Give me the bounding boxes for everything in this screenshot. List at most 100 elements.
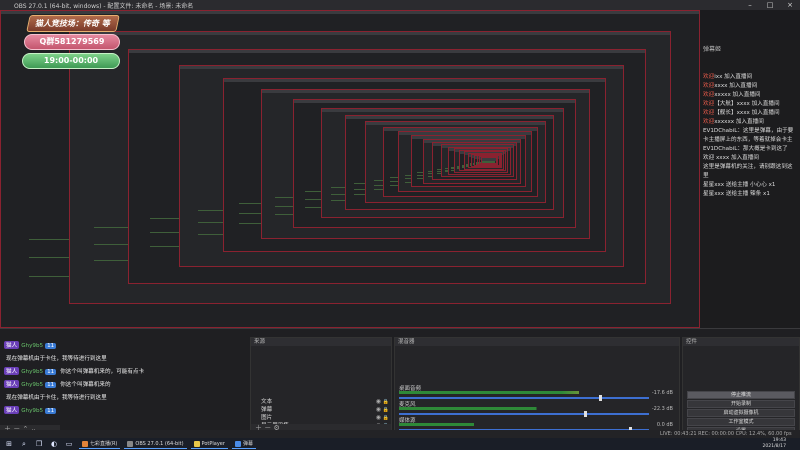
preview-canvas[interactable]: 猫人竞技场：传奇 等 Q群581279569 19:00-00:00 — [0, 10, 700, 328]
chat-line: 这里是弹幕机的关注，请别跟这到这里 — [703, 163, 797, 181]
channel-name: 媒体源 — [399, 418, 416, 424]
visibility-icon[interactable]: ◉ — [376, 414, 381, 422]
danmu-text: 你这个叫弹幕机来的，可能有点卡 — [60, 369, 145, 375]
taskbar: ⊞ ⌕ ❒ ◐ ▭ 七彩直播(R) OBS 27.0.1 (64-bit) PotP… — [0, 438, 800, 450]
channel-name: 麦克风 — [399, 402, 416, 408]
chat-line: 欢迎xxxx 加入直播间 — [703, 82, 797, 91]
danmu-nick: Ghy9b5 — [21, 369, 44, 375]
level-badge: 11 — [45, 382, 57, 388]
danmu-line: 猫人 Ghy9b5 11 你这个叫弹幕机来的 — [4, 380, 111, 388]
windows-start-icon[interactable]: ⊞ — [3, 439, 15, 449]
lock-icon[interactable]: 🔒 — [383, 398, 389, 406]
channel-name: 桌面音频 — [399, 386, 422, 392]
chat-text: 欢迎 xxxx 加入直播间 — [703, 155, 759, 161]
chat-line: 欢迎ixx 加入直播间 — [703, 73, 797, 82]
chat-text: 【舰长】xxxx 加入直播间 — [714, 110, 780, 116]
fan-badge: 猫人 — [4, 367, 20, 375]
clock-date: 2021/8/17 — [762, 443, 786, 449]
source-item[interactable]: 弹幕 ◉ 🔒 — [251, 406, 391, 414]
volume-slider[interactable] — [399, 395, 649, 401]
chat-text: ixx 加入直播间 — [714, 74, 753, 80]
control-button[interactable]: 工作室模式 — [687, 418, 795, 426]
lock-icon[interactable]: 🔒 — [383, 406, 389, 414]
chat-text: EV1DChabiL：那大概是卡到这了 — [703, 146, 788, 152]
chat-nick: 欢迎 — [703, 83, 715, 89]
sources-panel: 来源 文本◉🔒弹幕◉🔒图片◉🔒显示器采集◉🔒音频◉🔒 ＋ － ⚙ — [250, 337, 392, 437]
task-view-icon[interactable]: ❒ — [33, 439, 45, 449]
db-readout: 0.0 dB — [656, 422, 673, 428]
chat-nick: 欢迎 — [703, 92, 715, 98]
app-icon — [193, 440, 200, 447]
mirror-layer — [480, 156, 497, 164]
db-readout: -22.3 dB — [651, 406, 673, 412]
app-icon — [127, 440, 134, 447]
danmu-nick: Ghy9b5 — [21, 382, 44, 388]
danmu-line: 猫人 Ghy9b5 11 你这个叫弹幕机来的，可能有点卡 — [4, 367, 144, 375]
danmu-line: 猫人 Ghy9b5 11 — [4, 341, 60, 349]
taskbar-clock[interactable]: 19:43 2021/8/17 — [762, 438, 786, 449]
taskbar-app[interactable]: OBS 27.0.1 (64-bit) — [124, 439, 187, 449]
level-badge: 11 — [45, 408, 57, 414]
chat-line: 欢迎【舰长】xxxx 加入直播间 — [703, 109, 797, 118]
source-label: 弹幕 — [261, 407, 273, 413]
fan-badge: 猫人 — [4, 406, 20, 414]
chat-text: 星星xxx 送给主播 小心心 x1 — [703, 182, 776, 188]
control-button[interactable]: 停止推流 — [687, 391, 795, 399]
contest-banner: 猫人竞技场：传奇 等 — [26, 15, 120, 32]
taskbar-apps: 七彩直播(R) OBS 27.0.1 (64-bit) PotPlayer 弹幕 — [75, 439, 256, 449]
visibility-icon[interactable]: ◉ — [376, 406, 381, 414]
mixer-panel: 混音器 桌面音频 -17.6 dB 麦克风 -22.3 dB 媒体源 0.0 dB — [394, 337, 680, 433]
source-item[interactable]: 文本 ◉ 🔒 — [251, 398, 391, 406]
control-button[interactable]: 开始录制 — [687, 400, 795, 408]
chat-nick: 欢迎 — [703, 119, 715, 125]
window-title: OBS 27.0.1 (64-bit, windows) - 配置文件: 未命名… — [14, 2, 194, 10]
fan-badge: 猫人 — [4, 380, 20, 388]
visibility-icon[interactable]: ◉ — [376, 398, 381, 406]
bottom-dock: 猫人 Ghy9b5 11 现在弹幕机由于卡住，我等待进行到这里 猫人 Ghy9b5 11 你这… — [0, 328, 800, 444]
lock-icon[interactable]: 🔒 — [383, 414, 389, 422]
close-icon[interactable]: × — [780, 0, 800, 10]
chat-title: 弹幕姬 — [703, 46, 722, 53]
chat-line: 星星xxx 送给主播 小心心 x1 — [703, 181, 797, 190]
edge-icon[interactable]: ◐ — [48, 439, 60, 449]
mixer-header: 混音器 — [395, 338, 679, 346]
chat-nick: 欢迎 — [703, 74, 715, 80]
window-titlebar: OBS 27.0.1 (64-bit, windows) - 配置文件: 未命名… — [0, 0, 800, 10]
level-badge: 11 — [45, 343, 57, 349]
search-icon[interactable]: ⌕ — [18, 439, 30, 449]
chat-line: 欢迎xxxxxx 加入直播间 — [703, 118, 797, 127]
app-label: 七彩直播(R) — [90, 440, 118, 447]
danmu-line: 猫人 Ghy9b5 11 — [4, 406, 60, 414]
chat-nick: 欢迎 — [703, 101, 715, 107]
minimize-icon[interactable]: – — [740, 0, 760, 10]
chat-nick: 欢迎 — [703, 110, 715, 116]
chat-text: xxxx 加入直播间 — [714, 83, 758, 89]
danmu-nick: Ghy9b5 — [21, 343, 44, 349]
chat-text: EV1DChabiL：这里是弹幕，由于要卡主播屏上的东西，等着就掉会卡主 — [703, 128, 794, 143]
folder-icon[interactable]: ▭ — [63, 439, 75, 449]
source-item[interactable]: 图片 ◉ 🔒 — [251, 414, 391, 422]
taskbar-app[interactable]: 七彩直播(R) — [79, 439, 121, 449]
chat-text: xxxxxx 加入直播间 — [714, 119, 764, 125]
chat-line: 欢迎xxxxx 加入直播间 — [703, 91, 797, 100]
fan-badge: 猫人 — [4, 341, 20, 349]
time-banner: 19:00-00:00 — [22, 53, 120, 69]
maximize-icon[interactable]: □ — [760, 0, 780, 10]
app-icon — [82, 440, 88, 447]
danmu-line: 现在弹幕机由于卡住，我等待进行到这里 — [4, 393, 107, 401]
chat-text: 【大航】xxxx 加入直播间 — [714, 101, 780, 107]
status-bar: LIVE: 00:43:21 REC: 00:00:00 CPU: 12.4%,… — [0, 430, 800, 438]
taskbar-app[interactable]: 弹幕 — [231, 439, 256, 449]
chat-line: 欢迎【大航】xxxx 加入直播间 — [703, 100, 797, 109]
level-badge: 11 — [45, 369, 57, 375]
app-icon — [234, 440, 241, 447]
danmu-text: 现在弹幕机由于卡住，我等待进行到这里 — [6, 356, 107, 362]
volume-slider[interactable] — [399, 411, 649, 417]
chat-line: EV1DChabiL：这里是弹幕，由于要卡主播屏上的东西，等着就掉会卡主 — [703, 127, 797, 145]
controls-panel: 控件 停止推流开始录制启动虚拟摄像机工作室模式设置退出 — [682, 337, 800, 444]
source-label: 图片 — [261, 415, 273, 421]
control-button[interactable]: 启动虚拟摄像机 — [687, 409, 795, 417]
danmu-nick: Ghy9b5 — [21, 408, 44, 414]
taskbar-app[interactable]: PotPlayer — [190, 439, 228, 449]
sources-header: 来源 — [251, 338, 391, 346]
